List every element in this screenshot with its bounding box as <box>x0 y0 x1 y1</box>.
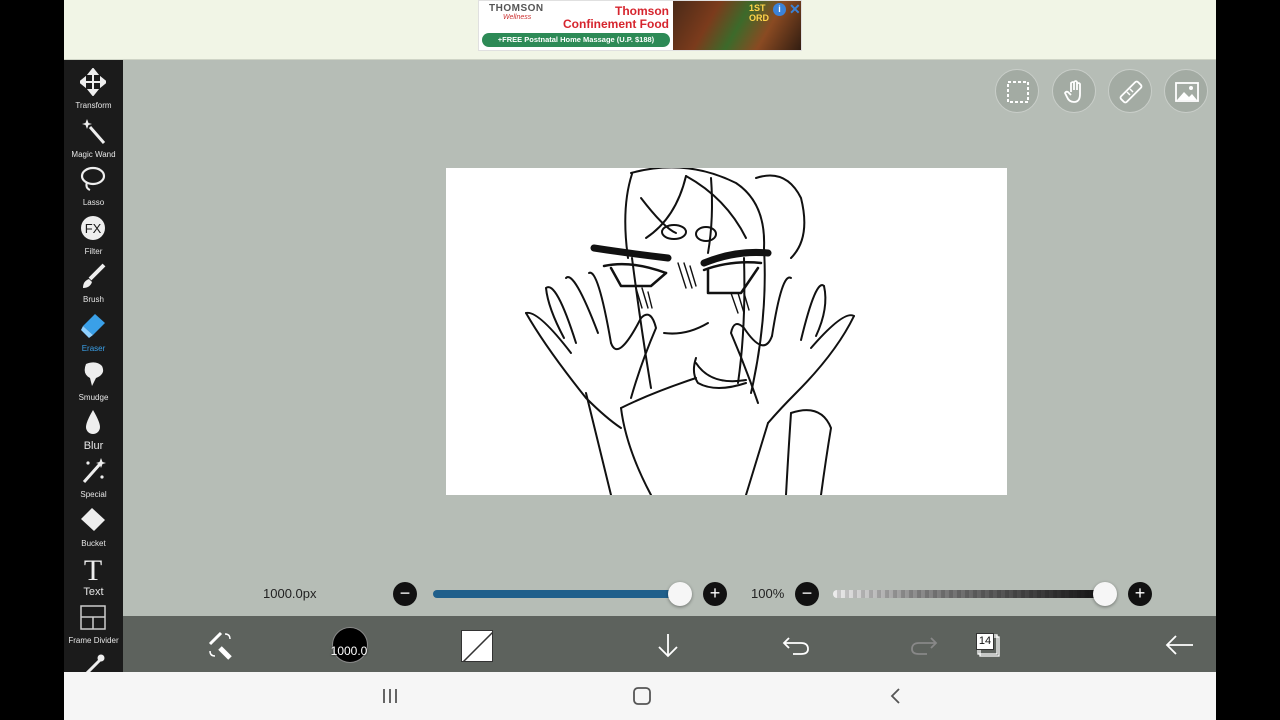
tool-label: Magic Wand <box>71 150 116 159</box>
tool-swap-button[interactable] <box>203 628 237 662</box>
image-icon <box>1175 82 1199 102</box>
redo-icon <box>911 637 938 655</box>
home-button[interactable] <box>632 686 652 706</box>
tool-magic-wand[interactable]: Magic Wand <box>64 113 123 161</box>
ruler-icon <box>1119 80 1143 104</box>
undo-button[interactable] <box>779 628 813 662</box>
hand-mode-button[interactable] <box>1052 69 1096 113</box>
tool-label: Smudge <box>78 393 109 402</box>
tool-label: Special <box>80 490 107 499</box>
special-wand-icon <box>82 458 106 483</box>
ad-close-icon[interactable]: ✕ <box>789 1 801 18</box>
selection-mode-button[interactable] <box>995 69 1039 113</box>
pen-eraser-swap-icon <box>208 631 232 660</box>
eraser-icon <box>81 314 105 338</box>
frame-divider-icon <box>80 605 106 630</box>
tool-blur[interactable]: Blur <box>64 404 123 452</box>
ad-promo: +FREE Postnatal Home Massage (U.P. $188) <box>482 33 670 47</box>
ad-brand-sub: Wellness <box>503 14 532 21</box>
ad-brand: THOMSON <box>489 3 544 14</box>
tool-frame-divider[interactable]: Frame Divider <box>64 599 123 647</box>
ad-order-badge: 1ST ORD <box>749 3 769 23</box>
tool-special[interactable]: Special <box>64 453 123 501</box>
tool-eyedropper[interactable] <box>64 648 123 672</box>
ad-headline-1: Thomson <box>615 4 669 18</box>
lasso-icon <box>80 166 106 191</box>
brush-size-slider[interactable] <box>433 590 675 598</box>
brush-size-value: 1000.0px <box>263 586 317 601</box>
selection-icon <box>1007 81 1029 103</box>
ruler-button[interactable] <box>1108 69 1152 113</box>
layers-button[interactable]: 14 <box>973 630 1001 658</box>
brush-size-readout: 1000.0 <box>330 644 368 658</box>
bottom-toolbar: 1000.0 14 <box>123 616 1216 672</box>
tool-brush[interactable]: Brush <box>64 258 123 306</box>
ad-bar: THOMSON Wellness Thomson Confinement Foo… <box>64 0 1216 60</box>
sketch-artwork <box>525 166 855 496</box>
transparent-color-icon <box>462 631 492 661</box>
tool-label: Lasso <box>82 198 105 207</box>
eyedropper-icon <box>85 654 105 672</box>
arrow-down-icon <box>658 634 678 658</box>
opacity-handle[interactable] <box>1093 582 1117 606</box>
svg-text:FX: FX <box>85 221 102 236</box>
ad-info-icon[interactable]: i <box>773 3 786 16</box>
tool-lasso[interactable]: Lasso <box>64 161 123 209</box>
text-icon: T <box>84 554 102 582</box>
tool-label: Text <box>83 586 104 598</box>
ad-headline-2: Confinement Food <box>563 17 669 31</box>
tool-palette: Transform Magic Wand Lasso FX Filter Bru… <box>64 60 123 672</box>
magic-wand-icon <box>82 119 106 144</box>
brush-icon <box>83 263 106 288</box>
redo-button[interactable] <box>907 628 941 662</box>
ibispaint-screen: THOMSON Wellness Thomson Confinement Foo… <box>64 0 1216 720</box>
svg-text:T: T <box>84 554 102 582</box>
recent-apps-icon <box>383 689 397 703</box>
smudge-icon <box>84 362 104 386</box>
bucket-icon <box>81 508 105 531</box>
blur-drop-icon <box>86 410 100 434</box>
reference-image-button[interactable] <box>1164 69 1208 113</box>
tool-label: Brush <box>83 295 104 304</box>
drawing-canvas[interactable] <box>446 166 1007 496</box>
opacity-increase-button[interactable]: + <box>1128 582 1152 606</box>
hand-icon <box>1063 80 1081 103</box>
download-button[interactable] <box>651 628 685 662</box>
fx-icon: FX <box>81 216 105 240</box>
tool-label: Bucket <box>81 539 106 548</box>
tool-filter[interactable]: FX Filter <box>64 210 123 258</box>
tool-label: Transform <box>75 101 112 110</box>
size-decrease-button[interactable]: − <box>393 582 417 606</box>
tool-label: Frame Divider <box>68 636 119 645</box>
opacity-slider[interactable] <box>833 590 1105 598</box>
home-icon <box>633 687 651 705</box>
tool-eraser[interactable]: Eraser <box>64 307 123 355</box>
back-button[interactable] <box>1163 628 1197 662</box>
tool-label: Eraser <box>81 344 106 353</box>
opacity-value: 100% <box>751 586 785 601</box>
system-nav-bar <box>64 672 1216 720</box>
chevron-left-icon <box>890 688 900 704</box>
size-increase-button[interactable]: + <box>703 582 727 606</box>
recent-apps-button[interactable] <box>380 686 400 706</box>
undo-icon <box>782 637 809 655</box>
tool-bucket[interactable]: Bucket <box>64 502 123 550</box>
ad-banner[interactable]: THOMSON Wellness Thomson Confinement Foo… <box>478 0 802 51</box>
tool-label: Filter <box>84 247 103 256</box>
tool-text[interactable]: T Text <box>64 550 123 598</box>
move-icon <box>80 68 106 96</box>
tool-transform[interactable]: Transform <box>64 64 123 112</box>
opacity-decrease-button[interactable]: − <box>795 582 819 606</box>
tool-smudge[interactable]: Smudge <box>64 356 123 404</box>
layer-count-badge: 14 <box>976 633 994 650</box>
color-swatch-button[interactable] <box>461 630 493 662</box>
brush-size-handle[interactable] <box>668 582 692 606</box>
system-back-button[interactable] <box>886 686 906 706</box>
canvas-workspace[interactable]: 1000.0px − + 100% − + <box>123 60 1216 616</box>
tool-label: Blur <box>83 440 104 452</box>
arrow-left-icon <box>1165 635 1193 655</box>
